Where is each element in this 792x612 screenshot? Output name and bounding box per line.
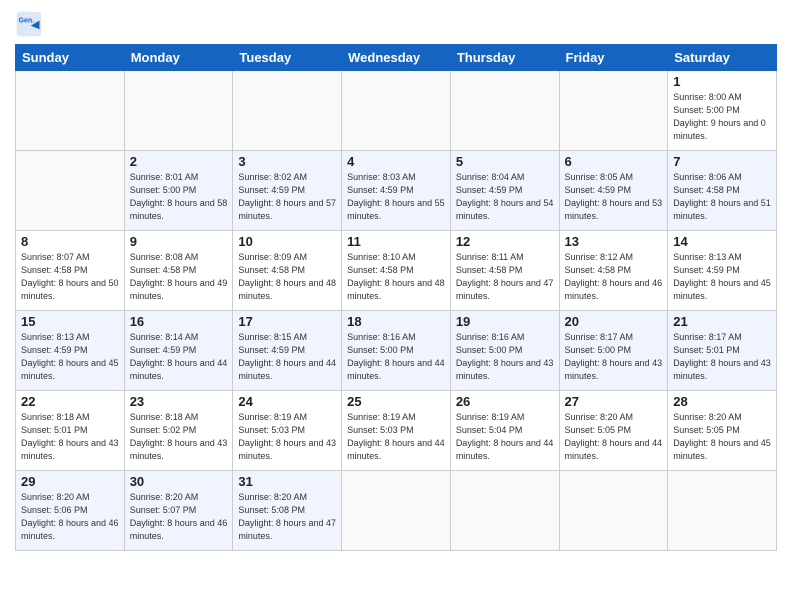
day-cell-10: 10Sunrise: 8:09 AMSunset: 4:58 PMDayligh…	[233, 231, 342, 311]
empty-cell	[450, 71, 559, 151]
logo: Gen.	[15, 10, 47, 38]
day-cell-3: 3Sunrise: 8:02 AMSunset: 4:59 PMDaylight…	[233, 151, 342, 231]
empty-cell	[450, 471, 559, 551]
day-cell-11: 11Sunrise: 8:10 AMSunset: 4:58 PMDayligh…	[342, 231, 451, 311]
day-cell-27: 27Sunrise: 8:20 AMSunset: 5:05 PMDayligh…	[559, 391, 668, 471]
svg-text:Gen.: Gen.	[19, 17, 35, 24]
day-cell-22: 22Sunrise: 8:18 AMSunset: 5:01 PMDayligh…	[16, 391, 125, 471]
empty-cell	[233, 71, 342, 151]
day-header-monday: Monday	[124, 45, 233, 71]
day-header-friday: Friday	[559, 45, 668, 71]
day-cell-4: 4Sunrise: 8:03 AMSunset: 4:59 PMDaylight…	[342, 151, 451, 231]
day-cell-8: 8Sunrise: 8:07 AMSunset: 4:58 PMDaylight…	[16, 231, 125, 311]
day-header-thursday: Thursday	[450, 45, 559, 71]
calendar-week-1: 1Sunrise: 8:00 AMSunset: 5:00 PMDaylight…	[16, 71, 777, 151]
day-cell-21: 21Sunrise: 8:17 AMSunset: 5:01 PMDayligh…	[668, 311, 777, 391]
empty-cell	[16, 151, 125, 231]
day-cell-12: 12Sunrise: 8:11 AMSunset: 4:58 PMDayligh…	[450, 231, 559, 311]
day-header-saturday: Saturday	[668, 45, 777, 71]
day-cell-15: 15Sunrise: 8:13 AMSunset: 4:59 PMDayligh…	[16, 311, 125, 391]
empty-cell	[559, 71, 668, 151]
day-cell-5: 5Sunrise: 8:04 AMSunset: 4:59 PMDaylight…	[450, 151, 559, 231]
days-header-row: SundayMondayTuesdayWednesdayThursdayFrid…	[16, 45, 777, 71]
empty-cell	[559, 471, 668, 551]
day-cell-1: 1Sunrise: 8:00 AMSunset: 5:00 PMDaylight…	[668, 71, 777, 151]
day-cell-30: 30Sunrise: 8:20 AMSunset: 5:07 PMDayligh…	[124, 471, 233, 551]
day-cell-14: 14Sunrise: 8:13 AMSunset: 4:59 PMDayligh…	[668, 231, 777, 311]
calendar-week-6: 29Sunrise: 8:20 AMSunset: 5:06 PMDayligh…	[16, 471, 777, 551]
day-cell-17: 17Sunrise: 8:15 AMSunset: 4:59 PMDayligh…	[233, 311, 342, 391]
day-cell-9: 9Sunrise: 8:08 AMSunset: 4:58 PMDaylight…	[124, 231, 233, 311]
empty-cell	[16, 71, 125, 151]
day-header-tuesday: Tuesday	[233, 45, 342, 71]
logo-icon: Gen.	[15, 10, 43, 38]
day-cell-29: 29Sunrise: 8:20 AMSunset: 5:06 PMDayligh…	[16, 471, 125, 551]
day-cell-31: 31Sunrise: 8:20 AMSunset: 5:08 PMDayligh…	[233, 471, 342, 551]
empty-cell	[124, 71, 233, 151]
day-cell-7: 7Sunrise: 8:06 AMSunset: 4:58 PMDaylight…	[668, 151, 777, 231]
day-cell-20: 20Sunrise: 8:17 AMSunset: 5:00 PMDayligh…	[559, 311, 668, 391]
day-cell-16: 16Sunrise: 8:14 AMSunset: 4:59 PMDayligh…	[124, 311, 233, 391]
day-cell-23: 23Sunrise: 8:18 AMSunset: 5:02 PMDayligh…	[124, 391, 233, 471]
day-header-wednesday: Wednesday	[342, 45, 451, 71]
day-cell-28: 28Sunrise: 8:20 AMSunset: 5:05 PMDayligh…	[668, 391, 777, 471]
header-area: Gen.	[15, 10, 777, 38]
calendar-table: SundayMondayTuesdayWednesdayThursdayFrid…	[15, 44, 777, 551]
day-header-sunday: Sunday	[16, 45, 125, 71]
day-cell-24: 24Sunrise: 8:19 AMSunset: 5:03 PMDayligh…	[233, 391, 342, 471]
day-cell-18: 18Sunrise: 8:16 AMSunset: 5:00 PMDayligh…	[342, 311, 451, 391]
day-cell-26: 26Sunrise: 8:19 AMSunset: 5:04 PMDayligh…	[450, 391, 559, 471]
empty-cell	[342, 71, 451, 151]
day-cell-19: 19Sunrise: 8:16 AMSunset: 5:00 PMDayligh…	[450, 311, 559, 391]
calendar-week-5: 22Sunrise: 8:18 AMSunset: 5:01 PMDayligh…	[16, 391, 777, 471]
empty-cell	[342, 471, 451, 551]
calendar-week-3: 8Sunrise: 8:07 AMSunset: 4:58 PMDaylight…	[16, 231, 777, 311]
day-cell-2: 2Sunrise: 8:01 AMSunset: 5:00 PMDaylight…	[124, 151, 233, 231]
empty-cell	[668, 471, 777, 551]
calendar-week-4: 15Sunrise: 8:13 AMSunset: 4:59 PMDayligh…	[16, 311, 777, 391]
page: Gen. SundayMondayTuesdayWednesdayThursda…	[0, 0, 792, 556]
day-cell-13: 13Sunrise: 8:12 AMSunset: 4:58 PMDayligh…	[559, 231, 668, 311]
day-cell-6: 6Sunrise: 8:05 AMSunset: 4:59 PMDaylight…	[559, 151, 668, 231]
day-cell-25: 25Sunrise: 8:19 AMSunset: 5:03 PMDayligh…	[342, 391, 451, 471]
calendar-week-2: 2Sunrise: 8:01 AMSunset: 5:00 PMDaylight…	[16, 151, 777, 231]
